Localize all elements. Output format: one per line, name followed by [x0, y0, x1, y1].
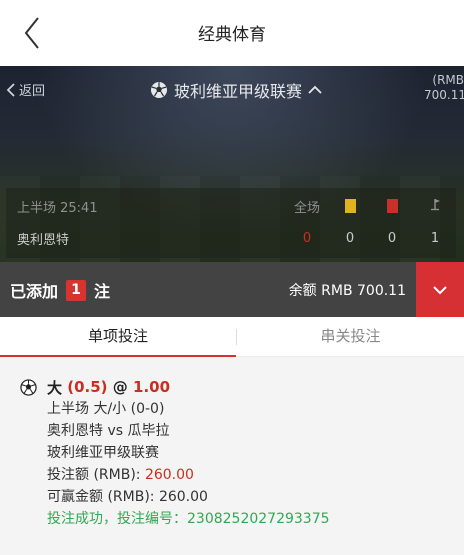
bet-unit-label: 注 [94, 282, 111, 301]
bet-selection-line: 大 (0.5) @ 1.00 [20, 376, 330, 398]
bet-at-symbol: @ [112, 378, 128, 396]
top-bar: 经典体育 [0, 0, 464, 66]
full-time-label: 全场 [293, 200, 320, 216]
league-title: 玻利维亚甲级联赛 [174, 82, 303, 101]
page-title: 经典体育 [198, 25, 266, 45]
balance-currency: (RMB [432, 73, 464, 87]
bet-match: 奥利恩特 vs 瓜毕拉 [47, 423, 170, 439]
soccer-ball-icon [20, 378, 37, 396]
chevron-down-icon [433, 285, 447, 294]
bet-odds: 1.00 [133, 378, 171, 396]
tab-single-bet[interactable]: 单项投注 [0, 317, 236, 357]
corner-flag-icon [420, 197, 450, 215]
chevron-up-icon [308, 85, 322, 94]
bet-win-row: 可赢金额 (RMB): 260.00 [47, 486, 330, 508]
yellow-card-icon [335, 199, 365, 214]
win-label: 可赢金额 (RMB): [47, 489, 159, 505]
bet-detail-panel: 大 (0.5) @ 1.00 上半场 大/小 (0-0) 奥利恩特 vs 瓜毕拉… [0, 357, 464, 555]
soccer-ball-icon [151, 82, 167, 98]
scoreboard-team-row: 奥利恩特 0 0 0 1 [6, 222, 456, 254]
bet-league: 玻利维亚甲级联赛 [47, 445, 159, 461]
match-hero: 返回 玻利维亚甲级联赛 (RMB 700.11 上半场 25:41 全场 奥利恩… [0, 66, 464, 262]
bet-status: 投注成功，投注编号：2308252027293375 [47, 511, 330, 527]
red-card-icon [377, 199, 407, 214]
team-name: 奥利恩特 [17, 232, 70, 248]
balance-text: 余额 RMB 700.11 [288, 283, 406, 299]
hero-back-label: 返回 [19, 84, 46, 99]
added-label: 已添加 [10, 282, 59, 301]
stake-label: 投注额 (RMB): [47, 467, 145, 483]
bet-selection: 大 [47, 378, 63, 397]
hero-balance: (RMB 700.11 [424, 73, 464, 103]
tab-parlay-bet[interactable]: 串关投注 [237, 317, 464, 357]
stake-value: 260.00 [144, 467, 194, 483]
team-score: 0 [302, 230, 312, 246]
league-selector[interactable]: 玻利维亚甲级联赛 [150, 78, 322, 102]
bet-count-badge: 1 [66, 279, 87, 301]
balance-amount: 700.11 [424, 88, 464, 102]
bet-item: 大 (0.5) @ 1.00 上半场 大/小 (0-0) 奥利恩特 vs 瓜毕拉… [20, 376, 330, 530]
bet-slip-bar: 已添加 1 注 余额 RMB 700.11 [0, 262, 464, 317]
bet-stake-row: 投注额 (RMB): 260.00 [47, 464, 330, 486]
team-corners: 1 [430, 230, 440, 246]
bet-market: 上半场 大/小 (0-0) [47, 401, 165, 417]
win-value: 260.00 [158, 489, 208, 505]
bet-type-tabs: 单项投注 串关投注 [0, 317, 464, 357]
match-period: 上半场 25:41 [17, 200, 98, 216]
collapse-bet-slip-button[interactable] [416, 262, 464, 317]
scoreboard: 上半场 25:41 全场 奥利恩特 0 0 0 1 [6, 188, 456, 258]
scoreboard-header-row: 上半场 25:41 全场 [6, 190, 456, 222]
team-yellow-cards: 0 [345, 230, 355, 246]
hero-back-button[interactable]: 返回 [6, 80, 45, 99]
bet-info-lines: 上半场 大/小 (0-0) 奥利恩特 vs 瓜毕拉 玻利维亚甲级联赛 投注额 (… [47, 398, 330, 530]
bet-handicap: (0.5) [67, 378, 108, 396]
team-red-cards: 0 [387, 230, 397, 246]
added-bets: 已添加 1 注 [10, 278, 110, 302]
chevron-left-icon [6, 82, 15, 97]
